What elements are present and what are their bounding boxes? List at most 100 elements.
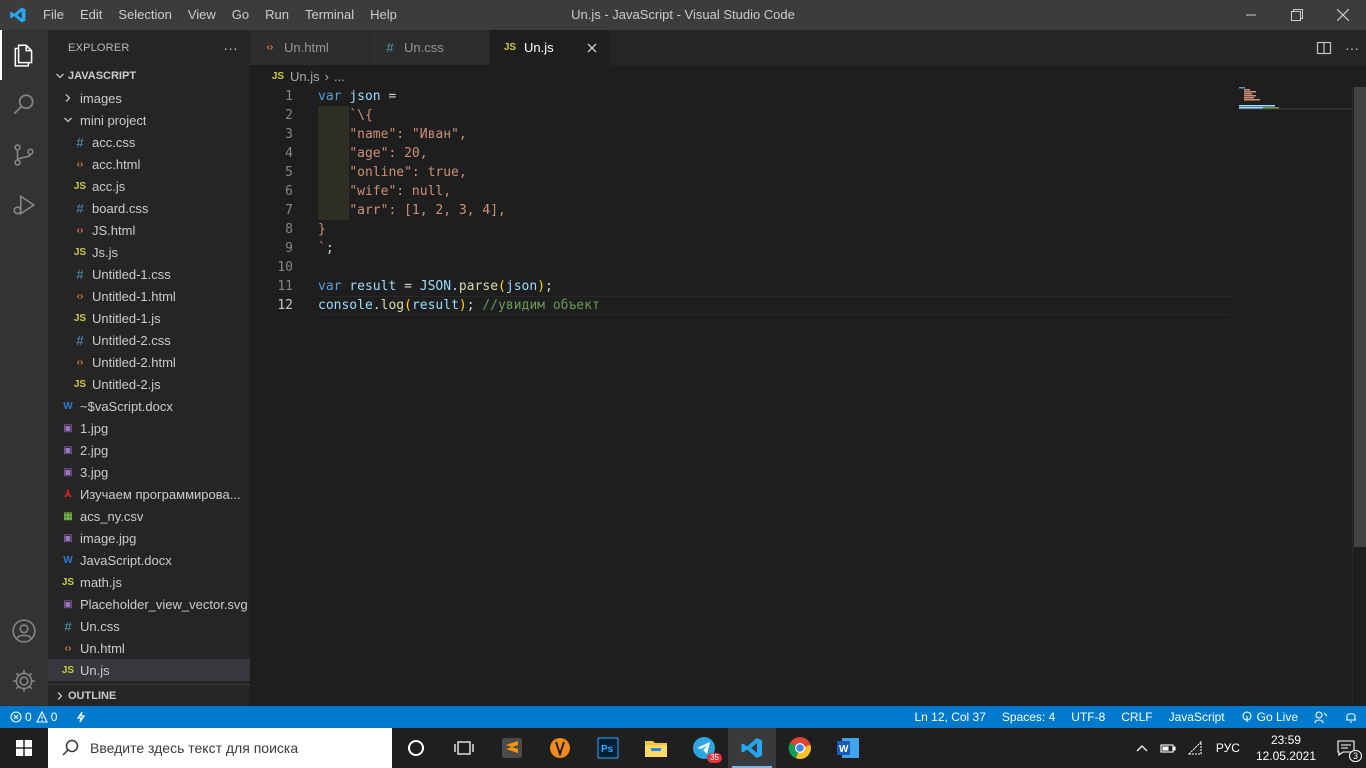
- feedback-icon[interactable]: [1306, 706, 1336, 728]
- tree-file[interactable]: W JavaScript.docx: [48, 549, 250, 571]
- scrollbar-thumb[interactable]: [1354, 87, 1366, 547]
- menu-view[interactable]: View: [180, 0, 224, 30]
- tree-file[interactable]: ▦ acs_ny.csv: [48, 505, 250, 527]
- explorer-icon[interactable]: [0, 30, 48, 80]
- tree-file[interactable]: JS Un.js: [48, 659, 250, 681]
- tree-file[interactable]: ▣ 3.jpg: [48, 461, 250, 483]
- vertical-scrollbar[interactable]: [1352, 87, 1366, 706]
- errors-icon[interactable]: [10, 711, 22, 723]
- tree-file[interactable]: # Untitled-1.css: [48, 263, 250, 285]
- tree-file[interactable]: ‹› JS.html: [48, 219, 250, 241]
- close-window-button[interactable]: [1320, 0, 1366, 30]
- tree-folder[interactable]: mini project: [48, 109, 250, 131]
- breadcrumb-symbols[interactable]: ...: [334, 69, 345, 84]
- split-editor-icon[interactable]: [1310, 30, 1338, 65]
- tree-file[interactable]: ▣ image.jpg: [48, 527, 250, 549]
- clock[interactable]: 23:59 12.05.2021: [1246, 728, 1326, 768]
- tree-file[interactable]: ⅄ Изучаем программирова...: [48, 483, 250, 505]
- taskbar-search-box[interactable]: Введите здесь текст для поиска: [48, 728, 392, 768]
- errors-count[interactable]: 0: [25, 710, 32, 724]
- live-share-icon[interactable]: [75, 711, 87, 723]
- css-file-icon: #: [64, 618, 72, 634]
- close-tab-icon[interactable]: [587, 40, 597, 56]
- more-actions-icon[interactable]: ···: [1338, 30, 1366, 65]
- tree-file[interactable]: ‹› Un.html: [48, 637, 250, 659]
- breadcrumb-file[interactable]: Un.js: [290, 69, 320, 84]
- tree-file[interactable]: ▣ 1.jpg: [48, 417, 250, 439]
- warnings-count[interactable]: 0: [51, 710, 58, 724]
- menu-run[interactable]: Run: [257, 0, 297, 30]
- menu-help[interactable]: Help: [362, 0, 405, 30]
- word-icon[interactable]: W: [824, 728, 872, 768]
- tree-file[interactable]: JS Untitled-2.js: [48, 373, 250, 395]
- chevron-up-icon[interactable]: [1130, 728, 1154, 768]
- tree-file[interactable]: ▣ Placeholder_view_vector.svg: [48, 593, 250, 615]
- wifi-icon[interactable]: [1182, 728, 1210, 768]
- language-indicator[interactable]: РУС: [1210, 728, 1246, 768]
- cortana-icon[interactable]: [392, 728, 440, 768]
- code-editor[interactable]: 1 var json = 2 `\{3 "name": "Иван", 4 "age"…: [250, 87, 1352, 706]
- tree-file[interactable]: W ~$vaScript.docx: [48, 395, 250, 417]
- tree-file[interactable]: ‹› acc.html: [48, 153, 250, 175]
- encoding[interactable]: UTF-8: [1063, 706, 1113, 728]
- html-file-icon: ‹›: [76, 290, 84, 302]
- tree-file[interactable]: # Un.css: [48, 615, 250, 637]
- vscode-taskbar-icon[interactable]: [728, 728, 776, 768]
- tree-file[interactable]: JS Js.js: [48, 241, 250, 263]
- menu-edit[interactable]: Edit: [72, 0, 110, 30]
- source-control-icon[interactable]: [0, 130, 48, 180]
- menu-go[interactable]: Go: [224, 0, 257, 30]
- file-explorer-icon[interactable]: [632, 728, 680, 768]
- telegram-icon[interactable]: 35: [680, 728, 728, 768]
- code-text: "age": 20,: [349, 146, 428, 161]
- fl-studio-icon[interactable]: [536, 728, 584, 768]
- tree-file[interactable]: # Untitled-2.css: [48, 329, 250, 351]
- tree-file[interactable]: ▣ 2.jpg: [48, 439, 250, 461]
- tree-file[interactable]: # acc.css: [48, 131, 250, 153]
- warnings-icon[interactable]: [35, 711, 48, 723]
- tree-item-label: acc.html: [92, 156, 141, 172]
- menu-terminal[interactable]: Terminal: [297, 0, 362, 30]
- minimap[interactable]: [1230, 87, 1352, 706]
- tree-folder[interactable]: images: [48, 87, 250, 109]
- code-line: 11 var result = JSON.parse(json);: [250, 277, 1352, 296]
- notifications-bell-icon[interactable]: [1336, 706, 1366, 728]
- tab-un-css[interactable]: # Un.css: [370, 30, 490, 65]
- tree-file[interactable]: ‹› Untitled-2.html: [48, 351, 250, 373]
- action-center-icon[interactable]: 3: [1326, 728, 1366, 768]
- search-icon[interactable]: [0, 80, 48, 130]
- menu-file[interactable]: File: [35, 0, 72, 30]
- outline-title: OUTLINE: [68, 689, 117, 702]
- tree-file[interactable]: ‹› Untitled-1.html: [48, 285, 250, 307]
- tab-un-html[interactable]: ‹› Un.html: [250, 30, 370, 65]
- language-mode[interactable]: JavaScript: [1161, 706, 1233, 728]
- accounts-icon[interactable]: [0, 606, 48, 656]
- tab-un-js[interactable]: JS Un.js: [490, 30, 610, 65]
- cursor-position[interactable]: Ln 12, Col 37: [907, 706, 994, 728]
- settings-gear-icon[interactable]: [0, 656, 48, 706]
- chrome-icon[interactable]: [776, 728, 824, 768]
- menu-selection[interactable]: Selection: [110, 0, 179, 30]
- photoshop-icon[interactable]: Ps: [584, 728, 632, 768]
- tree-file[interactable]: # board.css: [48, 197, 250, 219]
- end-of-line[interactable]: CRLF: [1113, 706, 1160, 728]
- more-actions-icon[interactable]: ···: [223, 40, 238, 56]
- go-live-button[interactable]: Go Live: [1233, 706, 1306, 728]
- tree-file[interactable]: JS math.js: [48, 571, 250, 593]
- outline-section[interactable]: OUTLINE: [48, 684, 250, 706]
- run-debug-icon[interactable]: [0, 180, 48, 230]
- search-placeholder: Введите здесь текст для поиска: [90, 740, 299, 756]
- minimize-button[interactable]: [1228, 0, 1274, 30]
- workspace-title: JAVASCRIPT: [68, 70, 137, 82]
- windows-start-icon[interactable]: [0, 728, 48, 768]
- workspace-section[interactable]: JAVASCRIPT: [48, 65, 250, 87]
- tree-file[interactable]: JS acc.js: [48, 175, 250, 197]
- battery-icon[interactable]: [1154, 728, 1182, 768]
- tree-file[interactable]: JS Untitled-1.js: [48, 307, 250, 329]
- sublime-text-icon[interactable]: [488, 728, 536, 768]
- task-view-icon[interactable]: [440, 728, 488, 768]
- restore-button[interactable]: [1274, 0, 1320, 30]
- indentation[interactable]: Spaces: 4: [994, 706, 1063, 728]
- code-line: 9 `;: [250, 239, 1352, 258]
- tree-item-label: JavaScript.docx: [80, 552, 172, 568]
